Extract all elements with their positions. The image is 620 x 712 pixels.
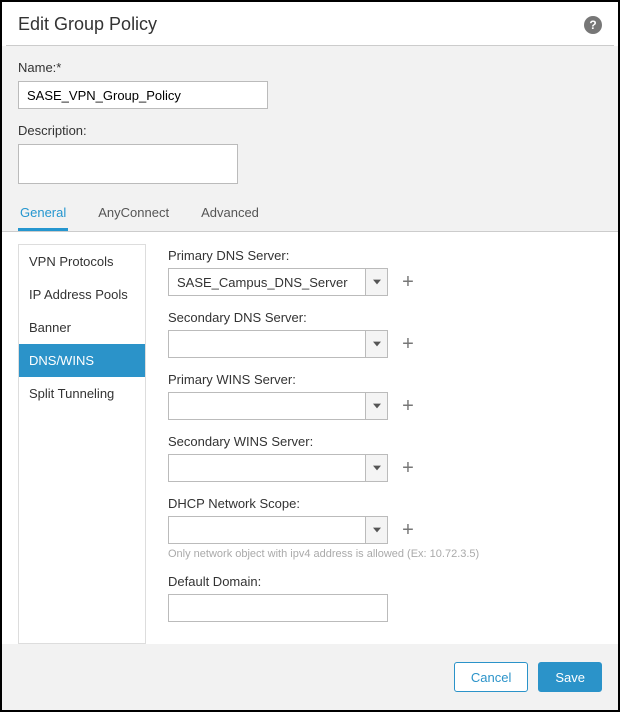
dialog-footer: Cancel Save	[2, 644, 618, 710]
dialog-edit-group-policy: Edit Group Policy ? Name:* Description: …	[0, 0, 620, 712]
chevron-down-icon	[365, 455, 387, 481]
secondary-wins-select[interactable]	[168, 454, 388, 482]
sidebar-item-ip-address-pools[interactable]: IP Address Pools	[19, 278, 145, 311]
secondary-wins-label: Secondary WINS Server:	[168, 434, 602, 449]
dhcp-scope-label: DHCP Network Scope:	[168, 496, 602, 511]
name-label: Name:*	[18, 60, 602, 75]
chevron-down-icon	[365, 393, 387, 419]
primary-wins-label: Primary WINS Server:	[168, 372, 602, 387]
chevron-down-icon	[365, 517, 387, 543]
add-secondary-dns-button[interactable]: +	[396, 332, 420, 356]
add-dhcp-scope-button[interactable]: +	[396, 518, 420, 542]
tab-anyconnect[interactable]: AnyConnect	[96, 197, 171, 231]
sidebar-item-banner[interactable]: Banner	[19, 311, 145, 344]
row-default-domain: Default Domain:	[168, 574, 602, 622]
help-icon[interactable]: ?	[584, 16, 602, 34]
row-primary-dns: Primary DNS Server: SASE_Campus_DNS_Serv…	[168, 248, 602, 296]
content-area: VPN Protocols IP Address Pools Banner DN…	[2, 232, 618, 644]
tab-advanced[interactable]: Advanced	[199, 197, 261, 231]
add-primary-wins-button[interactable]: +	[396, 394, 420, 418]
primary-dns-label: Primary DNS Server:	[168, 248, 602, 263]
row-primary-wins: Primary WINS Server: +	[168, 372, 602, 420]
sidebar-item-split-tunneling[interactable]: Split Tunneling	[19, 377, 145, 410]
secondary-dns-label: Secondary DNS Server:	[168, 310, 602, 325]
header-form-section: Name:* Description: General AnyConnect A…	[2, 46, 618, 231]
dhcp-scope-select[interactable]	[168, 516, 388, 544]
sidebar-item-dns-wins[interactable]: DNS/WINS	[19, 344, 145, 377]
default-domain-label: Default Domain:	[168, 574, 602, 589]
secondary-dns-select[interactable]	[168, 330, 388, 358]
dhcp-scope-hint: Only network object with ipv4 address is…	[168, 548, 602, 560]
primary-dns-select[interactable]: SASE_Campus_DNS_Server	[168, 268, 388, 296]
add-primary-dns-button[interactable]: +	[396, 270, 420, 294]
add-secondary-wins-button[interactable]: +	[396, 456, 420, 480]
sidebar-item-vpn-protocols[interactable]: VPN Protocols	[19, 245, 145, 278]
description-input[interactable]	[18, 144, 238, 184]
titlebar: Edit Group Policy ?	[2, 2, 618, 45]
side-nav: VPN Protocols IP Address Pools Banner DN…	[18, 244, 146, 644]
save-button[interactable]: Save	[538, 662, 602, 692]
row-secondary-dns: Secondary DNS Server: +	[168, 310, 602, 358]
tab-general[interactable]: General	[18, 197, 68, 231]
default-domain-input[interactable]	[168, 594, 388, 622]
form-area: Primary DNS Server: SASE_Campus_DNS_Serv…	[146, 244, 602, 644]
row-dhcp-scope: DHCP Network Scope: + Only network objec…	[168, 496, 602, 560]
primary-wins-select[interactable]	[168, 392, 388, 420]
chevron-down-icon	[365, 269, 387, 295]
tab-bar: General AnyConnect Advanced	[18, 197, 602, 231]
name-input[interactable]	[18, 81, 268, 109]
description-label: Description:	[18, 123, 602, 138]
dialog-title: Edit Group Policy	[18, 14, 157, 35]
cancel-button[interactable]: Cancel	[454, 662, 528, 692]
row-secondary-wins: Secondary WINS Server: +	[168, 434, 602, 482]
primary-dns-value: SASE_Campus_DNS_Server	[169, 275, 365, 290]
chevron-down-icon	[365, 331, 387, 357]
